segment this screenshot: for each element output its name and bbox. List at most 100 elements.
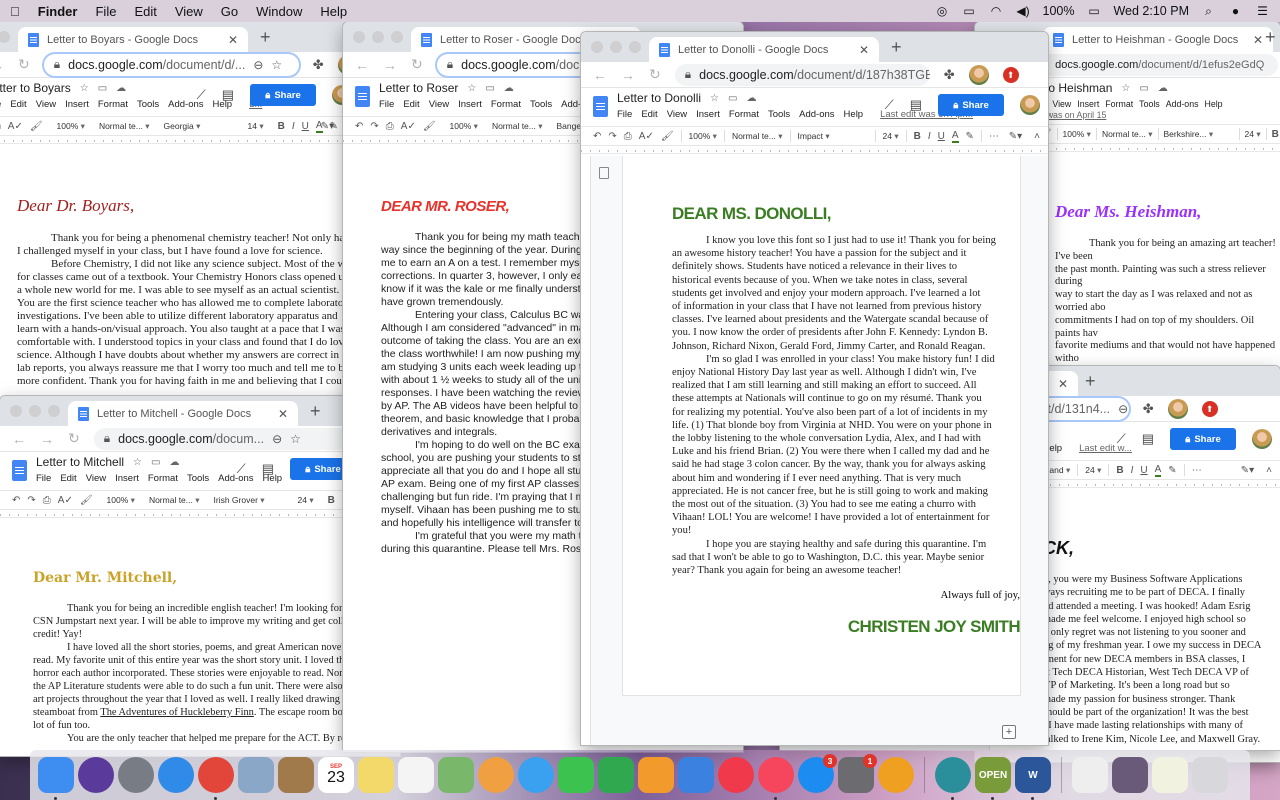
menu-window[interactable]: Window <box>256 4 302 19</box>
style-select[interactable]: Normal te... <box>732 131 783 142</box>
browser-tab[interactable]: Letter to Mitchell - Google Docs ✕ <box>68 401 298 426</box>
text-color-icon[interactable]: A <box>1154 464 1162 477</box>
menu-help[interactable]: Help <box>320 4 347 19</box>
screencast-icon[interactable] <box>935 757 971 800</box>
contacts-icon[interactable] <box>278 757 314 793</box>
star-icon[interactable]: ☆ <box>467 83 476 94</box>
zoom-window-button[interactable] <box>48 405 60 417</box>
photos-icon[interactable] <box>478 757 514 793</box>
italic-icon[interactable]: I <box>928 131 931 142</box>
word-icon[interactable]: W <box>1015 757 1051 800</box>
minimize-window-button[interactable] <box>29 405 41 417</box>
paint-format-icon[interactable]: 🖌︎ <box>80 495 93 506</box>
close-window-button[interactable] <box>591 41 603 53</box>
move-folder-icon[interactable]: ▭ <box>98 83 107 94</box>
volume-icon[interactable]: ◀) <box>1016 4 1031 18</box>
bold-icon[interactable]: B <box>1116 465 1123 476</box>
url-input[interactable]: 🔒︎ docs.google.com/document/d/1efus2eGdQ… <box>1036 53 1278 76</box>
new-tab-button[interactable]: + <box>891 37 902 58</box>
close-tab-icon[interactable]: ✕ <box>1058 377 1068 391</box>
docs-menu-view[interactable]: View <box>36 99 56 110</box>
highlight-icon[interactable]: ✎ <box>1168 465 1176 476</box>
reload-icon[interactable]: ↻ <box>68 430 80 447</box>
menu-go[interactable]: Go <box>221 4 238 19</box>
spellcheck-icon[interactable]: A✓ <box>8 121 23 132</box>
docs-menu-addons[interactable]: Add-ons <box>1166 99 1199 110</box>
zoom-icon[interactable]: ⊖ <box>253 58 263 72</box>
docs-menu-help[interactable]: Help <box>1204 99 1222 110</box>
extension-icon[interactable]: ⬆ <box>1201 400 1218 417</box>
bold-icon[interactable]: B <box>328 495 335 506</box>
docs-menu-view[interactable]: View <box>667 109 687 120</box>
close-window-button[interactable] <box>10 405 22 417</box>
close-tab-icon[interactable]: ✕ <box>859 43 869 57</box>
paint-format-icon[interactable]: 🖌︎ <box>661 131 674 142</box>
screencast-status-icon[interactable]: ◎ <box>935 4 950 18</box>
chrome-window-icon[interactable] <box>1152 757 1188 793</box>
zoom-icon[interactable]: ⊖ <box>1118 402 1128 416</box>
print-icon[interactable]: ⎙ <box>624 131 632 142</box>
news-icon[interactable] <box>718 757 754 793</box>
docs-menu-insert[interactable]: Insert <box>1077 99 1099 110</box>
docs-menu-file[interactable]: File <box>379 99 394 110</box>
docs-menu-tools[interactable]: Tools <box>768 109 790 120</box>
docs-menu-format[interactable]: Format <box>148 473 178 484</box>
zoom-icon[interactable]: ⊖ <box>272 432 282 446</box>
star-icon[interactable]: ☆ <box>133 457 142 468</box>
calendar-icon[interactable]: SEP 23 <box>318 757 354 793</box>
back-icon[interactable]: ← <box>12 431 26 447</box>
editing-mode-icon[interactable]: ✎▾ <box>1241 465 1254 476</box>
url-input[interactable]: 🔒︎ docs.google.com/docum... ⊖ ☆ <box>93 427 349 450</box>
bookmark-star-icon[interactable]: ☆ <box>271 58 282 72</box>
trash-icon[interactable] <box>1192 757 1228 793</box>
maps-icon[interactable] <box>438 757 474 793</box>
font-size-select[interactable]: 24 <box>1245 129 1261 140</box>
apple-menu-icon[interactable]:  <box>10 4 20 19</box>
font-size-select[interactable]: 24 <box>883 131 899 142</box>
activity-trend-icon[interactable]: ⟋ <box>1117 431 1126 447</box>
back-icon[interactable]: ← <box>355 57 369 73</box>
document-outline-icon[interactable] <box>599 167 609 179</box>
notification-center-icon[interactable]: ☰ <box>1255 4 1270 18</box>
font-size-select[interactable]: 24 <box>298 495 314 506</box>
spellcheck-icon[interactable]: A✓ <box>58 495 73 506</box>
docs-menu-edit[interactable]: Edit <box>60 473 76 484</box>
activity-trend-icon[interactable]: ⟋ <box>237 461 246 477</box>
zoom-window-button[interactable] <box>0 31 10 43</box>
new-tab-button[interactable]: + <box>1085 371 1096 392</box>
style-select[interactable]: Normal te... <box>1102 129 1153 140</box>
extensions-puzzle-icon[interactable]: ✤ <box>1143 401 1154 417</box>
share-button[interactable]: 🔒︎Share <box>938 94 1004 116</box>
ruler[interactable] <box>0 136 360 144</box>
document-stack-icon[interactable] <box>1072 757 1108 793</box>
new-tab-button[interactable]: + <box>1265 27 1276 48</box>
print-icon[interactable]: ⎙ <box>43 495 51 506</box>
font-select[interactable]: Impact <box>798 131 868 142</box>
reminders-icon[interactable] <box>398 757 434 793</box>
notes-icon[interactable] <box>358 757 394 793</box>
activity-trend-icon[interactable]: ⟋ <box>885 97 894 113</box>
docs-menu-insert[interactable]: Insert <box>458 99 482 110</box>
collapse-menus-icon[interactable]: ˄ <box>1266 465 1272 476</box>
collapse-menus-icon[interactable]: ˄ <box>1034 131 1040 142</box>
siri-icon[interactable]: ● <box>1228 4 1243 18</box>
print-icon[interactable]: ⎙ <box>0 121 1 132</box>
zoom-select[interactable]: 100% <box>689 131 717 142</box>
zoom-select[interactable]: 100% <box>450 121 478 132</box>
facetime-icon[interactable] <box>558 757 594 793</box>
font-select[interactable]: Georgia <box>164 121 234 132</box>
back-icon[interactable]: ← <box>593 67 607 83</box>
zoom-select[interactable]: 100% <box>57 121 85 132</box>
docs-menu-file[interactable]: File <box>617 109 632 120</box>
ruler[interactable] <box>0 510 400 518</box>
bold-icon[interactable]: B <box>1272 129 1279 140</box>
extension-icon[interactable]: ⬆ <box>1002 66 1019 83</box>
chrome-window-icon[interactable] <box>1112 757 1148 793</box>
system-preferences-icon[interactable]: 1 <box>838 754 877 793</box>
profile-avatar[interactable] <box>1167 398 1188 419</box>
style-select[interactable]: Normal te... <box>492 121 543 132</box>
explore-add-icon[interactable]: + <box>1002 725 1016 739</box>
comments-icon[interactable]: ▤ <box>222 87 234 103</box>
bold-icon[interactable]: B <box>914 131 921 142</box>
docs-menu-file[interactable]: File <box>36 473 51 484</box>
